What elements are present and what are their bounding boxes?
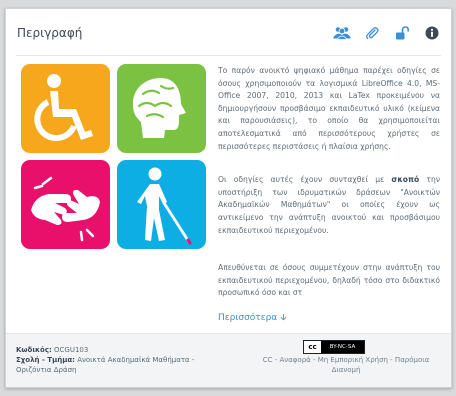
accessibility-image bbox=[21, 64, 206, 249]
read-more-link[interactable]: Περισσότερα 🡫 bbox=[218, 310, 287, 326]
header-toolbar bbox=[323, 24, 443, 42]
license-text: CC - Αναφορά - Μη Εμπορική Χρήση - Παρόμ… bbox=[262, 356, 430, 374]
panel-title: Περιγραφή bbox=[17, 26, 83, 40]
description-paragraph-2: Οι οδηγίες αυτές έχουν συνταχθεί με σκοπ… bbox=[218, 175, 440, 235]
brain-icon bbox=[117, 64, 206, 153]
course-info-footer: Κωδικός: OCGU103 Σχολή - Τμήμα: Ανοικτά … bbox=[6, 333, 451, 387]
users-icon[interactable] bbox=[331, 24, 353, 42]
license-type: BY-NC-SA bbox=[321, 341, 364, 353]
header-divider bbox=[16, 55, 441, 56]
info-icon[interactable] bbox=[421, 24, 443, 42]
sign-language-icon bbox=[21, 160, 110, 249]
read-more-label: Περισσότερα bbox=[218, 313, 278, 323]
blind-person-icon bbox=[117, 160, 206, 249]
description-emphasis: σκοπό bbox=[391, 175, 420, 185]
course-department: Σχολή - Τμήμα: Ανοικτά Ακαδημαϊκά Μαθήμα… bbox=[16, 356, 195, 374]
creative-commons-badge[interactable]: cc BY-NC-SA bbox=[303, 340, 365, 354]
course-description-panel: Περιγραφή Το παρόν ανοικτό ψηφιακό μάθημ… bbox=[5, 8, 452, 388]
description-paragraph-1: Το παρόν ανοικτό ψηφιακό μάθημα παρέχει … bbox=[218, 66, 440, 151]
panel-header: Περιγραφή bbox=[6, 9, 451, 55]
arrow-down-icon: 🡫 bbox=[280, 313, 287, 323]
cc-icon: cc bbox=[304, 341, 321, 353]
course-description-text: Το παρόν ανοικτό ψηφιακό μάθημα παρέχει … bbox=[218, 65, 440, 321]
paperclip-icon[interactable] bbox=[361, 24, 383, 42]
unlock-icon[interactable] bbox=[391, 24, 413, 42]
description-paragraph-3: Απευθύνεται σε όσους συμμετέχουν στην αν… bbox=[218, 263, 440, 298]
wheelchair-icon bbox=[21, 64, 110, 153]
course-code: Κωδικός: OCGU103 bbox=[16, 346, 89, 354]
